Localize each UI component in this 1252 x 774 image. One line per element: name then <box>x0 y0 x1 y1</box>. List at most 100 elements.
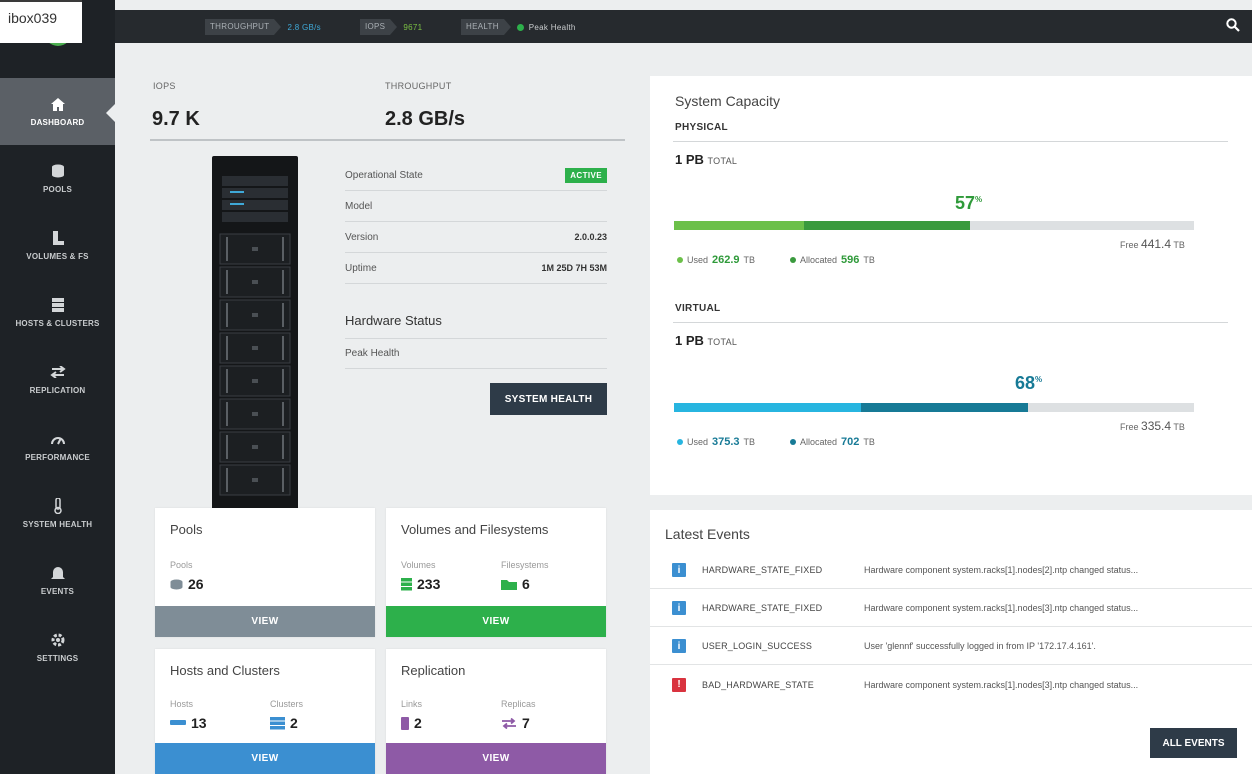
event-row[interactable]: i HARDWARE_STATE_FIXED Hardware componen… <box>650 590 1252 627</box>
replicas-count: 7 <box>501 715 530 731</box>
physical-free: Free 441.4 TB <box>1120 237 1185 251</box>
main-content: IOPS 9.7 K THROUGHPUT 2.8 GB/s Operation… <box>115 43 1252 774</box>
event-name: BAD_HARDWARE_STATE <box>702 679 814 690</box>
replicas-count-label: Replicas <box>501 699 536 709</box>
iops-kpi-value: 9.7 K <box>152 108 200 130</box>
physical-used-fill <box>674 221 804 230</box>
throughput-indicator[interactable]: THROUGHPUT 2.8 GB/s <box>205 19 327 35</box>
event-description: Hardware component system.racks[1].nodes… <box>864 679 1139 690</box>
replication-card-title: Replication <box>401 663 466 678</box>
version-row: Version 2.0.0.23 <box>345 222 607 253</box>
virtual-percent: 68% <box>1015 373 1043 393</box>
uptime-row: Uptime 1M 25D 7H 53M <box>345 253 607 284</box>
system-capacity-panel: System Capacity PHYSICAL 1 PB TOTAL 57% … <box>650 76 1252 495</box>
sidebar-item-label: PERFORMANCE <box>25 453 90 462</box>
filesystems-count-label: Filesystems <box>501 560 549 570</box>
throughput-kpi-label: THROUGHPUT <box>385 81 452 91</box>
version-label: Version <box>345 231 379 243</box>
sidebar-item-label: EVENTS <box>40 587 75 596</box>
capacity-title: System Capacity <box>675 93 781 109</box>
iops-value: 9671 <box>403 22 423 32</box>
event-row[interactable]: i USER_LOGIN_SUCCESS User 'glennf' succe… <box>650 628 1252 665</box>
physical-heading: PHYSICAL <box>675 122 728 133</box>
sidebar-item-system-health[interactable]: SYSTEM HEALTH <box>0 480 115 547</box>
status-badge: ACTIVE <box>565 167 607 183</box>
gear-icon <box>49 632 67 648</box>
pools-count-label: Pools <box>170 560 193 570</box>
hosts-view-button[interactable]: VIEW <box>155 743 375 774</box>
virtual-capacity-bar <box>674 403 1194 412</box>
system-name: ibox039 <box>8 10 58 26</box>
legend-dot-icon <box>677 257 683 263</box>
sidebar-item-volumes[interactable]: VOLUMES & FS <box>0 212 115 279</box>
physical-allocated-legend: Allocated 596 TB <box>790 254 875 266</box>
virtual-used-fill <box>674 403 862 412</box>
filesystems-count: 6 <box>501 576 530 592</box>
sidebar-item-pools[interactable]: POOLS <box>0 145 115 212</box>
hardware-status-title: Hardware Status <box>345 313 442 328</box>
version-value: 2.0.0.23 <box>574 232 607 242</box>
uptime-label: Uptime <box>345 262 377 274</box>
search-icon[interactable] <box>1226 18 1242 34</box>
event-name: USER_LOGIN_SUCCESS <box>702 641 813 651</box>
system-health-button[interactable]: SYSTEM HEALTH <box>490 383 607 415</box>
health-dot-icon <box>516 23 524 31</box>
system-tab[interactable]: ibox039 <box>0 0 82 43</box>
server-icon <box>49 297 67 313</box>
sidebar-item-settings[interactable]: SETTINGS <box>0 614 115 681</box>
virtual-free: Free 335.4 TB <box>1120 419 1185 433</box>
hardware-status-value: Peak Health <box>345 348 400 359</box>
replication-icon <box>502 717 516 729</box>
physical-divider <box>673 141 1228 142</box>
uptime-value: 1M 25D 7H 53M <box>541 263 607 273</box>
event-row[interactable]: ! BAD_HARDWARE_STATE Hardware component … <box>650 666 1252 703</box>
volumes-card-title: Volumes and Filesystems <box>401 522 549 537</box>
iops-kpi-label: IOPS <box>153 81 176 91</box>
pools-view-button[interactable]: VIEW <box>155 606 375 637</box>
sidebar-item-label: HOSTS & CLUSTERS <box>15 319 100 328</box>
throughput-value: 2.8 GB/s <box>287 22 321 32</box>
event-name: HARDWARE_STATE_FIXED <box>702 565 823 575</box>
info-icon: i <box>672 639 686 653</box>
latest-events-panel: Latest Events i HARDWARE_STATE_FIXED Har… <box>650 510 1252 774</box>
hosts-count: 13 <box>170 715 207 731</box>
sidebar-item-label: DASHBOARD <box>30 118 85 127</box>
sidebar-item-dashboard[interactable]: DASHBOARD <box>0 78 115 145</box>
throughput-kpi-value: 2.8 GB/s <box>385 108 466 130</box>
hardware-status-row: Peak Health <box>345 338 607 369</box>
sidebar-item-events[interactable]: EVENTS <box>0 547 115 614</box>
legend-dot-icon <box>790 439 796 445</box>
operational-state-label: Operational State <box>345 169 423 181</box>
pools-card-title: Pools <box>170 522 203 537</box>
cluster-icon <box>270 716 285 729</box>
info-icon: i <box>672 563 686 577</box>
gauge-icon <box>49 431 67 447</box>
event-row[interactable]: i HARDWARE_STATE_FIXED Hardware componen… <box>650 552 1252 589</box>
sidebar-item-replication[interactable]: REPLICATION <box>0 346 115 413</box>
top-bar: THROUGHPUT 2.8 GB/s IOPS 9671 HEALTH Pea… <box>115 10 1252 43</box>
pools-count: 26 <box>170 576 204 592</box>
sidebar-item-label: VOLUMES & FS <box>26 252 89 261</box>
physical-used-legend: Used 262.9 TB <box>677 254 755 266</box>
all-events-button[interactable]: ALL EVENTS <box>1150 728 1237 758</box>
hosts-count-label: Hosts <box>170 699 194 709</box>
health-value: Peak Health <box>528 22 576 32</box>
sidebar-item-performance[interactable]: PERFORMANCE <box>0 413 115 480</box>
health-indicator[interactable]: HEALTH Peak Health <box>461 19 582 35</box>
bell-icon <box>49 565 67 581</box>
storage-rack-image <box>212 156 298 520</box>
volumes-view-button[interactable]: VIEW <box>386 606 606 637</box>
replication-view-button[interactable]: VIEW <box>386 743 606 774</box>
legend-dot-icon <box>677 439 683 445</box>
folder-icon <box>501 580 517 590</box>
sidebar-item-hosts[interactable]: HOSTS & CLUSTERS <box>0 279 115 346</box>
iops-indicator[interactable]: IOPS 9671 <box>360 19 428 35</box>
clusters-count-label: Clusters <box>270 699 304 709</box>
hosts-card-title: Hosts and Clusters <box>170 663 280 678</box>
virtual-used-legend: Used 375.3 TB <box>677 436 755 448</box>
event-name: HARDWARE_STATE_FIXED <box>702 603 823 613</box>
links-count: 2 <box>401 715 422 731</box>
volumes-icon <box>49 230 67 246</box>
iops-label: IOPS <box>360 19 391 35</box>
legend-dot-icon <box>790 257 796 263</box>
